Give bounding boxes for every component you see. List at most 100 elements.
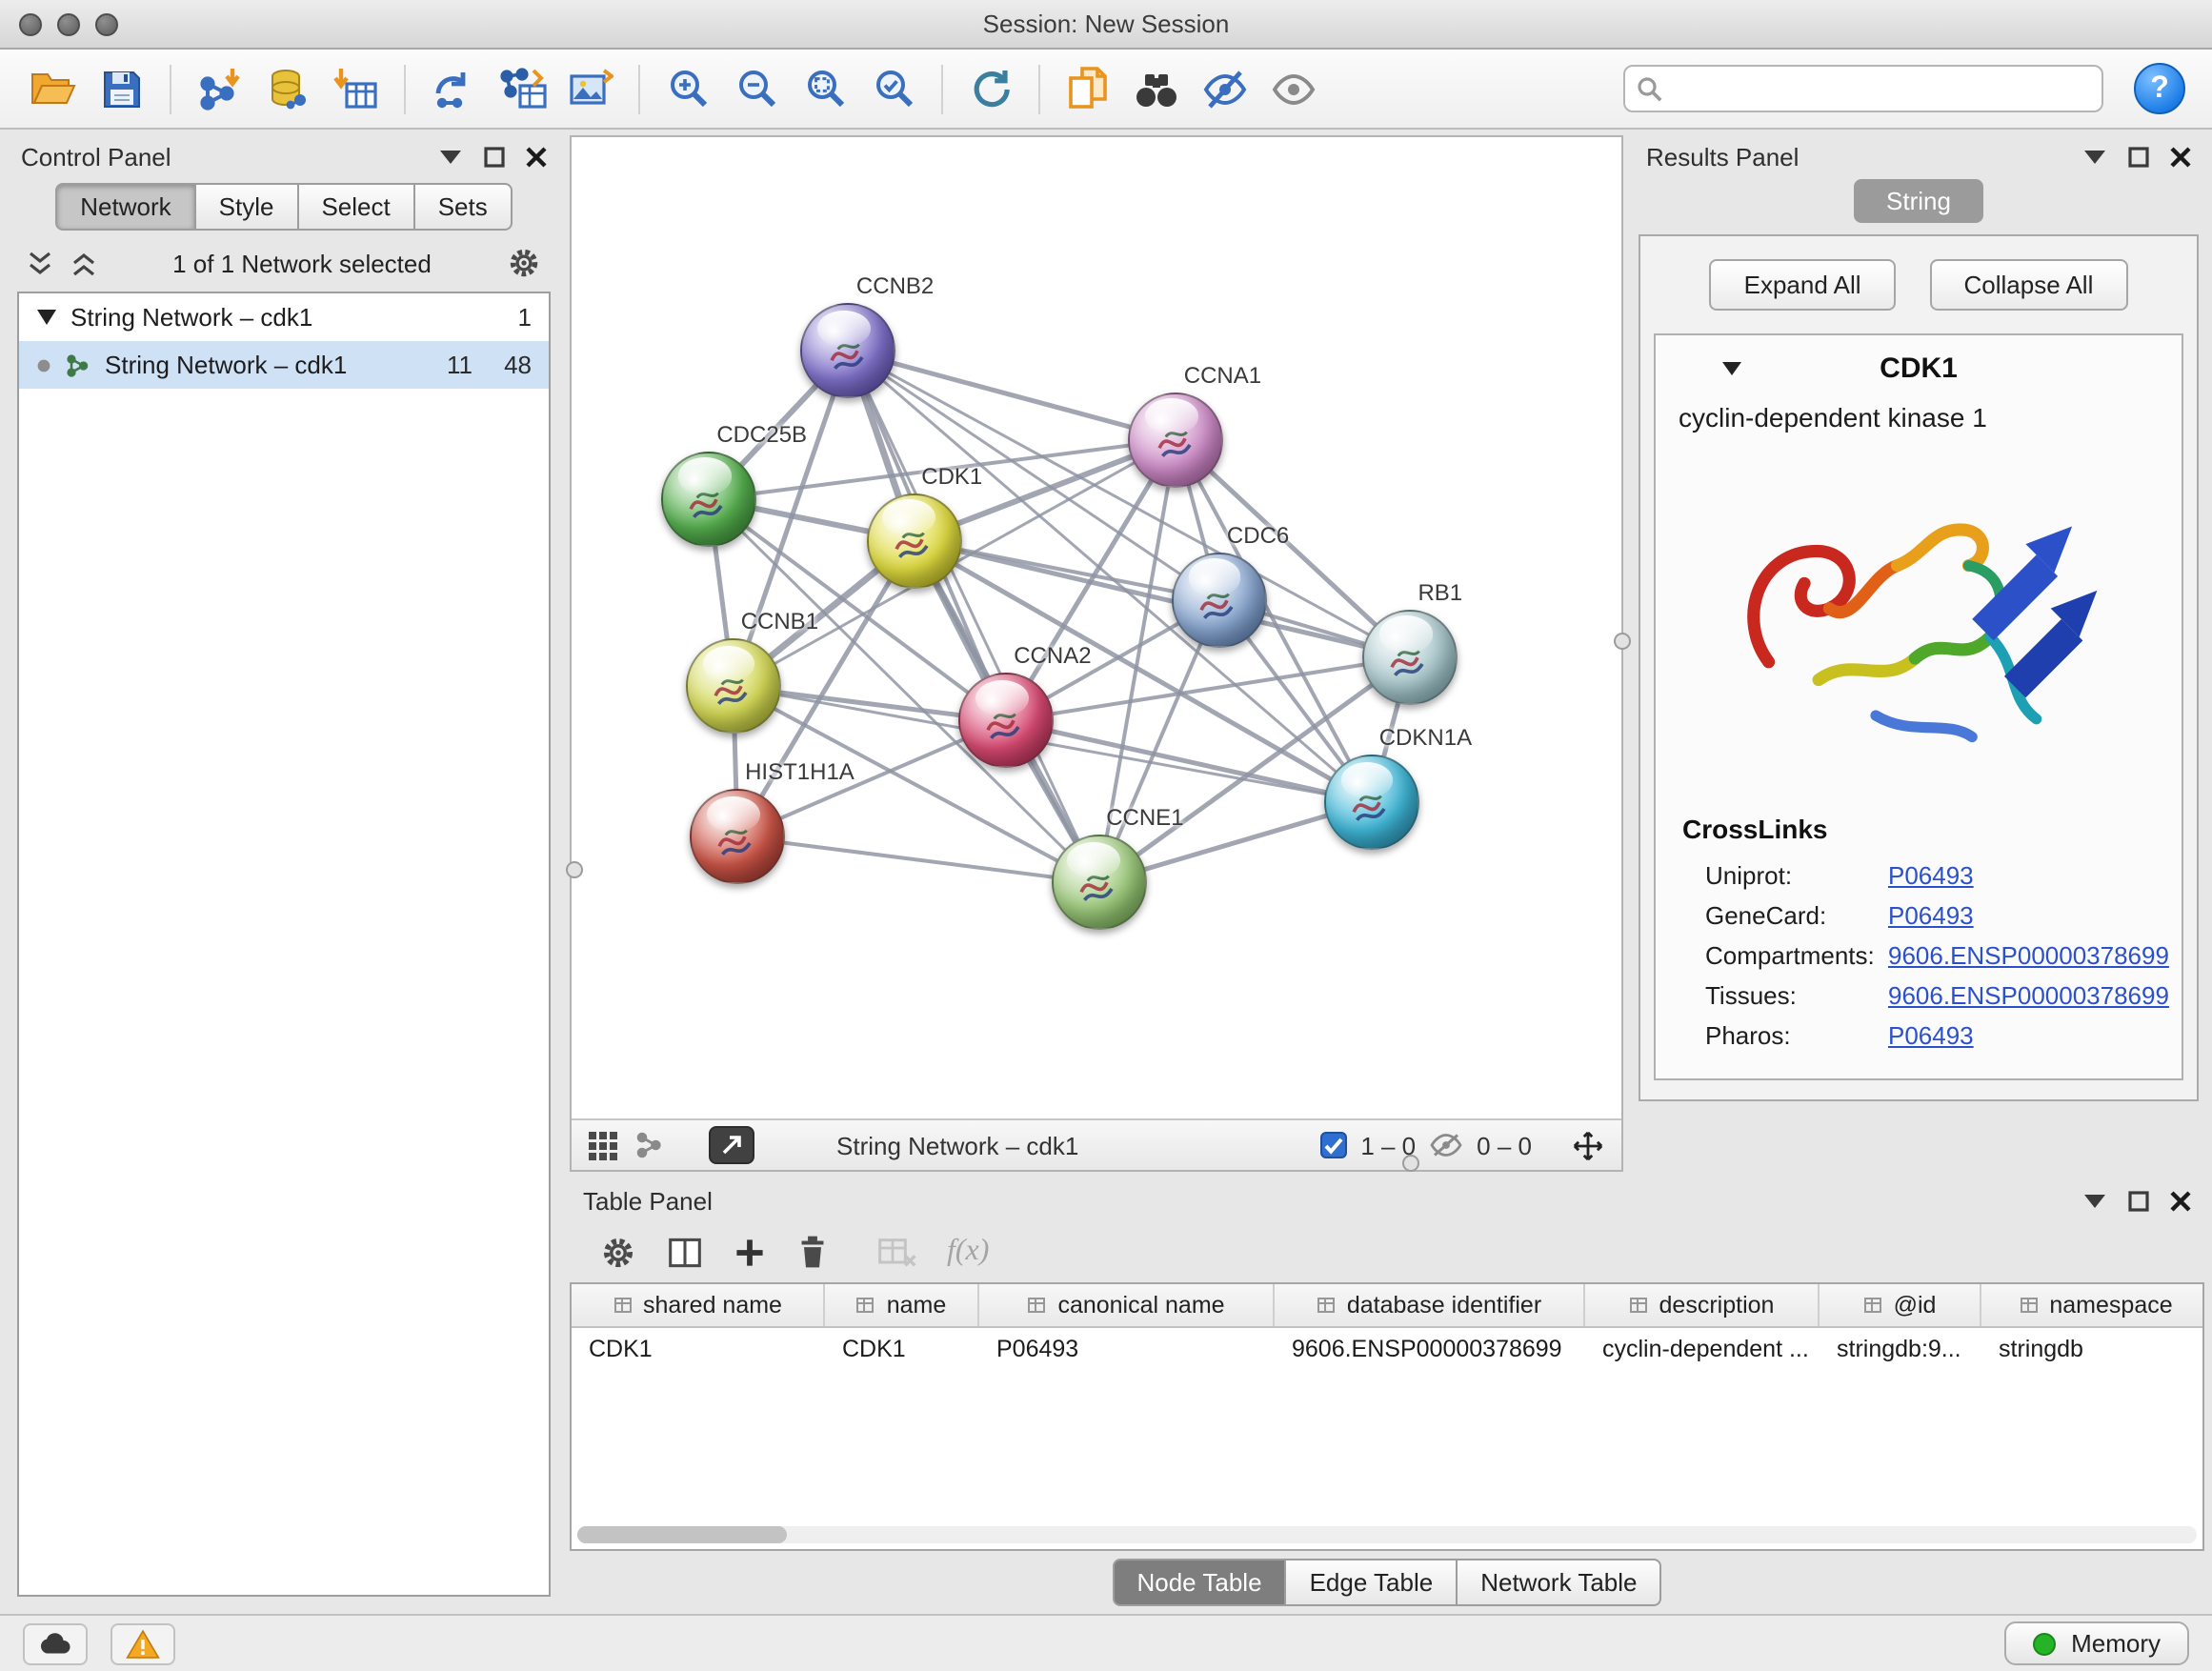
memory-button[interactable]: Memory: [2004, 1621, 2189, 1665]
maximize-panel-button[interactable]: [484, 146, 505, 167]
duplicate-document-button[interactable]: [1054, 56, 1122, 121]
splitter-handle[interactable]: [1614, 633, 1631, 650]
crosslink-tissues-link[interactable]: 9606.ENSP00000378699: [1888, 981, 2169, 1010]
window-zoom-button[interactable]: [95, 12, 118, 35]
open-session-button[interactable]: [19, 56, 88, 121]
detach-view-button[interactable]: [709, 1126, 754, 1164]
float-panel-button[interactable]: [2082, 1192, 2107, 1209]
tab-sets[interactable]: Sets: [415, 183, 513, 231]
crosslink-pharos-link[interactable]: P06493: [1888, 1021, 1974, 1050]
zoom-selected-button[interactable]: [859, 56, 928, 121]
find-button[interactable]: [1122, 56, 1191, 121]
network-collection-row[interactable]: String Network – cdk1 1: [19, 293, 549, 341]
show-columns-icon[interactable]: [667, 1236, 703, 1268]
export-network-button[interactable]: [488, 56, 556, 121]
column-header-database-identifier[interactable]: database identifier: [1275, 1284, 1585, 1326]
table-settings-gear-icon[interactable]: [600, 1234, 636, 1270]
node-CDKN1A[interactable]: [1324, 755, 1419, 850]
node-label-CCNB1: CCNB1: [741, 609, 818, 635]
collapse-all-networks-icon[interactable]: [27, 251, 53, 275]
import-network-file-button[interactable]: [185, 56, 253, 121]
tab-string[interactable]: String: [1854, 179, 1983, 223]
gene-card-header[interactable]: CDK1: [1656, 335, 2182, 398]
tab-network-table[interactable]: Network Table: [1458, 1558, 1661, 1605]
selected-checkbox-icon[interactable]: [1320, 1132, 1347, 1158]
scrollbar-thumb[interactable]: [577, 1526, 787, 1543]
column-header-canonical-name[interactable]: canonical name: [979, 1284, 1275, 1326]
maximize-panel-button[interactable]: [2128, 1190, 2149, 1211]
edge-CCNA2-CDKN1A[interactable]: [1006, 721, 1371, 802]
column-header-id[interactable]: @id: [1820, 1284, 1981, 1326]
export-image-button[interactable]: [556, 56, 625, 121]
network-options-gear-icon[interactable]: [507, 246, 541, 280]
tab-node-table[interactable]: Node Table: [1112, 1558, 1286, 1605]
collapse-all-button[interactable]: Collapse All: [1930, 259, 2128, 311]
window-close-button[interactable]: [19, 12, 42, 35]
node-CCNB1[interactable]: [686, 639, 781, 735]
crosslink-uniprot-link[interactable]: P06493: [1888, 861, 1974, 890]
hide-graphics-details-button[interactable]: [1191, 56, 1259, 121]
close-panel-button[interactable]: [526, 146, 547, 167]
splitter-handle[interactable]: [1402, 1155, 1419, 1172]
expand-all-button[interactable]: Expand All: [1710, 259, 1896, 311]
warnings-button[interactable]: [111, 1622, 175, 1664]
close-panel-button[interactable]: [2170, 146, 2191, 167]
close-panel-button[interactable]: [2170, 1190, 2191, 1211]
pan-tool-icon[interactable]: [1572, 1129, 1604, 1161]
help-button[interactable]: ?: [2134, 63, 2185, 114]
zoom-out-button[interactable]: [722, 56, 791, 121]
tree-expand-icon[interactable]: [36, 309, 57, 326]
show-graphics-details-button[interactable]: [1259, 56, 1328, 121]
network-canvas[interactable]: CCNB2CCNA1CDC25BCDK1CDC6RB1CCNB1CCNA2CDK…: [572, 137, 1621, 1118]
network-row[interactable]: String Network – cdk1 11 48: [19, 341, 549, 389]
apply-layout-button[interactable]: [956, 56, 1025, 121]
window-minimize-button[interactable]: [57, 12, 80, 35]
new-network-from-selection-button[interactable]: [419, 56, 488, 121]
tab-select[interactable]: Select: [298, 183, 414, 231]
crosslink-genecard-link[interactable]: P06493: [1888, 901, 1974, 930]
add-column-icon[interactable]: [734, 1236, 766, 1268]
cloud-status-button[interactable]: [23, 1622, 88, 1664]
tab-network[interactable]: Network: [55, 183, 195, 231]
node-CDK1[interactable]: [866, 493, 961, 588]
node-CCNA1[interactable]: [1129, 392, 1224, 487]
hidden-eye-icon[interactable]: [1429, 1132, 1463, 1158]
collapse-section-icon[interactable]: [1720, 360, 1743, 377]
node-RB1[interactable]: [1362, 610, 1458, 705]
import-table-file-button[interactable]: [322, 56, 391, 121]
node-CDC25B[interactable]: [661, 452, 756, 547]
table-row[interactable]: CDK1 CDK1 P06493 9606.ENSP00000378699 cy…: [572, 1328, 2202, 1370]
column-header-namespace[interactable]: namespace: [1981, 1284, 2204, 1326]
column-header-name[interactable]: name: [825, 1284, 979, 1326]
node-CCNE1[interactable]: [1051, 836, 1146, 931]
maximize-panel-button[interactable]: [2128, 146, 2149, 167]
tab-edge-table[interactable]: Edge Table: [1287, 1558, 1458, 1605]
column-icon: [856, 1296, 877, 1315]
node-HIST1H1A[interactable]: [690, 789, 785, 884]
zoom-in-button[interactable]: [654, 56, 722, 121]
import-network-database-button[interactable]: [253, 56, 322, 121]
column-header-description[interactable]: description: [1585, 1284, 1820, 1326]
zoom-fit-button[interactable]: [791, 56, 859, 121]
edge-HIST1H1A-CCNE1[interactable]: [737, 836, 1098, 882]
network-tree: String Network – cdk1 1 String Network –…: [17, 292, 551, 1597]
network-overview-icon[interactable]: [634, 1130, 665, 1160]
function-builder-button[interactable]: f(x): [947, 1235, 989, 1269]
tab-style[interactable]: Style: [196, 183, 299, 231]
search-input[interactable]: [1623, 65, 2103, 112]
node-CDC6[interactable]: [1172, 553, 1267, 648]
crosslink-compartments-link[interactable]: 9606.ENSP00000378699: [1888, 941, 2169, 970]
save-session-button[interactable]: [88, 56, 156, 121]
float-panel-button[interactable]: [438, 148, 463, 165]
float-panel-button[interactable]: [2082, 148, 2107, 165]
delete-column-icon[interactable]: [796, 1235, 829, 1269]
edge-CCNB2-CCNE1[interactable]: [849, 352, 1098, 883]
expand-all-networks-icon[interactable]: [70, 251, 97, 275]
splitter-handle[interactable]: [566, 861, 583, 878]
zoom-selected-icon: [872, 67, 915, 111]
edge-CDK1-RB1[interactable]: [914, 540, 1410, 657]
delete-table-icon[interactable]: [878, 1236, 916, 1268]
horizontal-scrollbar[interactable]: [577, 1526, 2197, 1543]
column-header-shared-name[interactable]: shared name: [572, 1284, 825, 1326]
grid-view-icon[interactable]: [589, 1131, 617, 1159]
